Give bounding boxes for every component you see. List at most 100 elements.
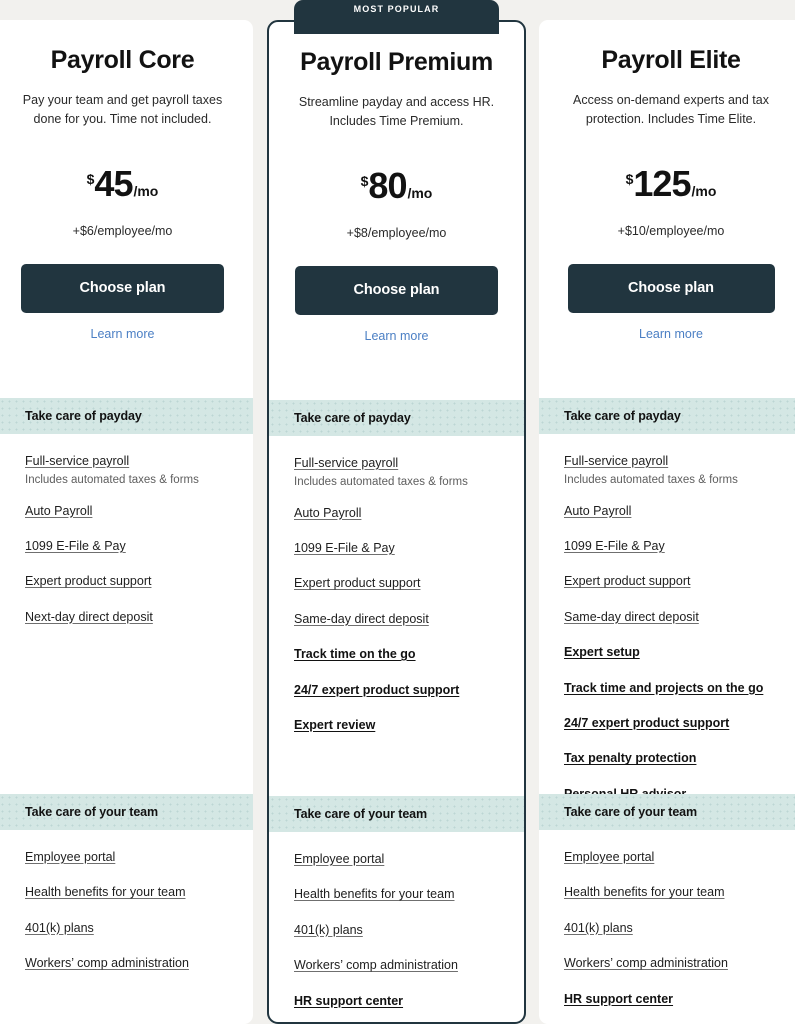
feature-link[interactable]: Employee portal xyxy=(25,848,233,867)
feature-link[interactable]: Auto Payroll xyxy=(564,502,785,521)
plan-card-2[interactable]: Payroll Elite Access on-demand experts an… xyxy=(539,20,795,1024)
feature-item: HR support center xyxy=(294,992,506,1011)
feature-link[interactable]: Tax penalty protection xyxy=(564,749,785,768)
feature-link[interactable]: 24/7 expert product support xyxy=(294,681,506,700)
plan-header: Payroll Core Pay your team and get payrol… xyxy=(0,20,253,341)
feature-item: Employee portal xyxy=(564,848,785,867)
feature-list-team: Employee portal Health benefits for your … xyxy=(269,850,524,1011)
feature-link[interactable]: Employee portal xyxy=(294,850,506,869)
feature-link[interactable]: Full-service payroll xyxy=(294,454,506,473)
feature-link[interactable]: 401(k) plans xyxy=(564,919,785,938)
feature-link[interactable]: Same-day direct deposit xyxy=(294,610,506,629)
section-band-payday: Take care of payday xyxy=(539,398,795,434)
feature-item: 401(k) plans xyxy=(25,919,233,938)
plan-card-0[interactable]: Payroll Core Pay your team and get payrol… xyxy=(0,20,253,1024)
feature-item: 1099 E-File & Pay xyxy=(25,537,233,556)
feature-link[interactable]: Employee portal xyxy=(564,848,785,867)
feature-link[interactable]: 1099 E-File & Pay xyxy=(25,537,233,556)
feature-link[interactable]: Track time on the go xyxy=(294,645,506,664)
price-period: /mo xyxy=(407,184,433,201)
plan-card-1[interactable]: Payroll Premium Streamline payday and acc… xyxy=(267,20,526,1024)
feature-link[interactable]: Track time and projects on the go xyxy=(564,679,785,698)
feature-list-payday: Full-service payroll Includes automated t… xyxy=(0,452,253,627)
feature-link[interactable]: Full-service payroll xyxy=(564,452,785,471)
feature-item: Employee portal xyxy=(294,850,506,869)
feature-link[interactable]: Expert product support xyxy=(25,572,233,591)
learn-more-link[interactable]: Learn more xyxy=(287,315,506,343)
feature-item: Expert review xyxy=(294,716,506,735)
feature-subtext: Includes automated taxes & forms xyxy=(564,474,738,487)
price-currency-symbol: $ xyxy=(360,172,369,189)
learn-more-link[interactable]: Learn more xyxy=(10,313,235,341)
section-band-team: Take care of your team xyxy=(0,794,253,830)
feature-link[interactable]: Next-day direct deposit xyxy=(25,608,233,627)
feature-link[interactable]: Expert product support xyxy=(564,572,785,591)
feature-item: HR support center xyxy=(564,990,785,1009)
price-amount: 45 xyxy=(94,162,133,204)
choose-plan-button[interactable]: Choose plan xyxy=(295,265,498,315)
feature-item: 24/7 expert product support xyxy=(564,714,785,733)
feature-list-payday: Full-service payroll Includes automated t… xyxy=(539,452,795,804)
feature-link[interactable]: Health benefits for your team xyxy=(294,885,506,904)
feature-link[interactable]: Health benefits for your team xyxy=(25,883,233,902)
feature-link[interactable]: Same-day direct deposit xyxy=(564,608,785,627)
feature-link[interactable]: Workers’ comp administration xyxy=(25,954,233,973)
feature-item: Track time and projects on the go xyxy=(564,679,785,698)
feature-item: Tax penalty protection xyxy=(564,749,785,768)
price-amount: 80 xyxy=(368,164,407,206)
feature-item: Expert setup xyxy=(564,643,785,662)
plan-title: Payroll Elite xyxy=(601,46,741,74)
feature-link[interactable]: Expert review xyxy=(294,716,506,735)
feature-list-payday: Full-service payroll Includes automated t… xyxy=(269,454,524,735)
section-band-team-label: Take care of your team xyxy=(294,807,428,821)
feature-list-team: Employee portal Health benefits for your … xyxy=(539,848,795,1009)
section-band-team-label: Take care of your team xyxy=(564,805,698,819)
feature-link[interactable]: Auto Payroll xyxy=(25,502,233,521)
feature-link[interactable]: Full-service payroll xyxy=(25,452,233,471)
feature-item: Full-service payroll Includes automated t… xyxy=(564,452,785,490)
feature-link[interactable]: 1099 E-File & Pay xyxy=(564,537,785,556)
price-amount: 125 xyxy=(633,162,691,204)
plan-header: Payroll Elite Access on-demand experts an… xyxy=(539,20,795,341)
choose-plan-button[interactable]: Choose plan xyxy=(567,263,775,313)
feature-link[interactable]: Workers’ comp administration xyxy=(564,954,785,973)
feature-item: Expert product support xyxy=(294,574,506,593)
feature-item: Auto Payroll xyxy=(25,502,233,521)
feature-link[interactable]: Workers’ comp administration xyxy=(294,956,506,975)
feature-link[interactable]: Expert product support xyxy=(294,574,506,593)
choose-plan-button[interactable]: Choose plan xyxy=(21,263,224,313)
feature-link[interactable]: 401(k) plans xyxy=(25,919,233,938)
section-band-team-label: Take care of your team xyxy=(25,805,159,819)
section-band-team: Take care of your team xyxy=(539,794,795,830)
most-popular-badge-label: MOST POPULAR xyxy=(353,4,440,14)
feature-list-team: Employee portal Health benefits for your … xyxy=(0,848,253,974)
feature-link[interactable]: 24/7 expert product support xyxy=(564,714,785,733)
feature-link[interactable]: Expert setup xyxy=(564,643,785,662)
feature-item: Workers’ comp administration xyxy=(25,954,233,973)
feature-item: 24/7 expert product support xyxy=(294,681,506,700)
plan-price: $125/mo xyxy=(557,130,785,202)
feature-link[interactable]: Health benefits for your team xyxy=(564,883,785,902)
plan-description: Pay your team and get payroll taxes done… xyxy=(22,93,223,127)
feature-item: Health benefits for your team xyxy=(294,885,506,904)
feature-link[interactable]: HR support center xyxy=(564,990,785,1009)
feature-link[interactable]: HR support center xyxy=(294,992,506,1011)
feature-item: Same-day direct deposit xyxy=(564,608,785,627)
most-popular-badge: MOST POPULAR xyxy=(294,0,499,34)
feature-item: Full-service payroll Includes automated t… xyxy=(25,452,233,490)
feature-subtext: Includes automated taxes & forms xyxy=(25,474,199,487)
feature-item: 1099 E-File & Pay xyxy=(294,539,506,558)
plan-description: Streamline payday and access HR. Include… xyxy=(298,95,495,129)
feature-link[interactable]: Auto Payroll xyxy=(294,504,506,523)
price-period: /mo xyxy=(133,182,159,199)
feature-link[interactable]: 1099 E-File & Pay xyxy=(294,539,506,558)
learn-more-link[interactable]: Learn more xyxy=(557,313,785,341)
plan-title: Payroll Core xyxy=(50,46,195,74)
feature-item: Auto Payroll xyxy=(294,504,506,523)
feature-item: Employee portal xyxy=(25,848,233,867)
feature-link[interactable]: 401(k) plans xyxy=(294,921,506,940)
feature-item: Health benefits for your team xyxy=(25,883,233,902)
section-band-payday-label: Take care of payday xyxy=(294,411,411,425)
price-period: /mo xyxy=(691,182,717,199)
feature-item: Track time on the go xyxy=(294,645,506,664)
